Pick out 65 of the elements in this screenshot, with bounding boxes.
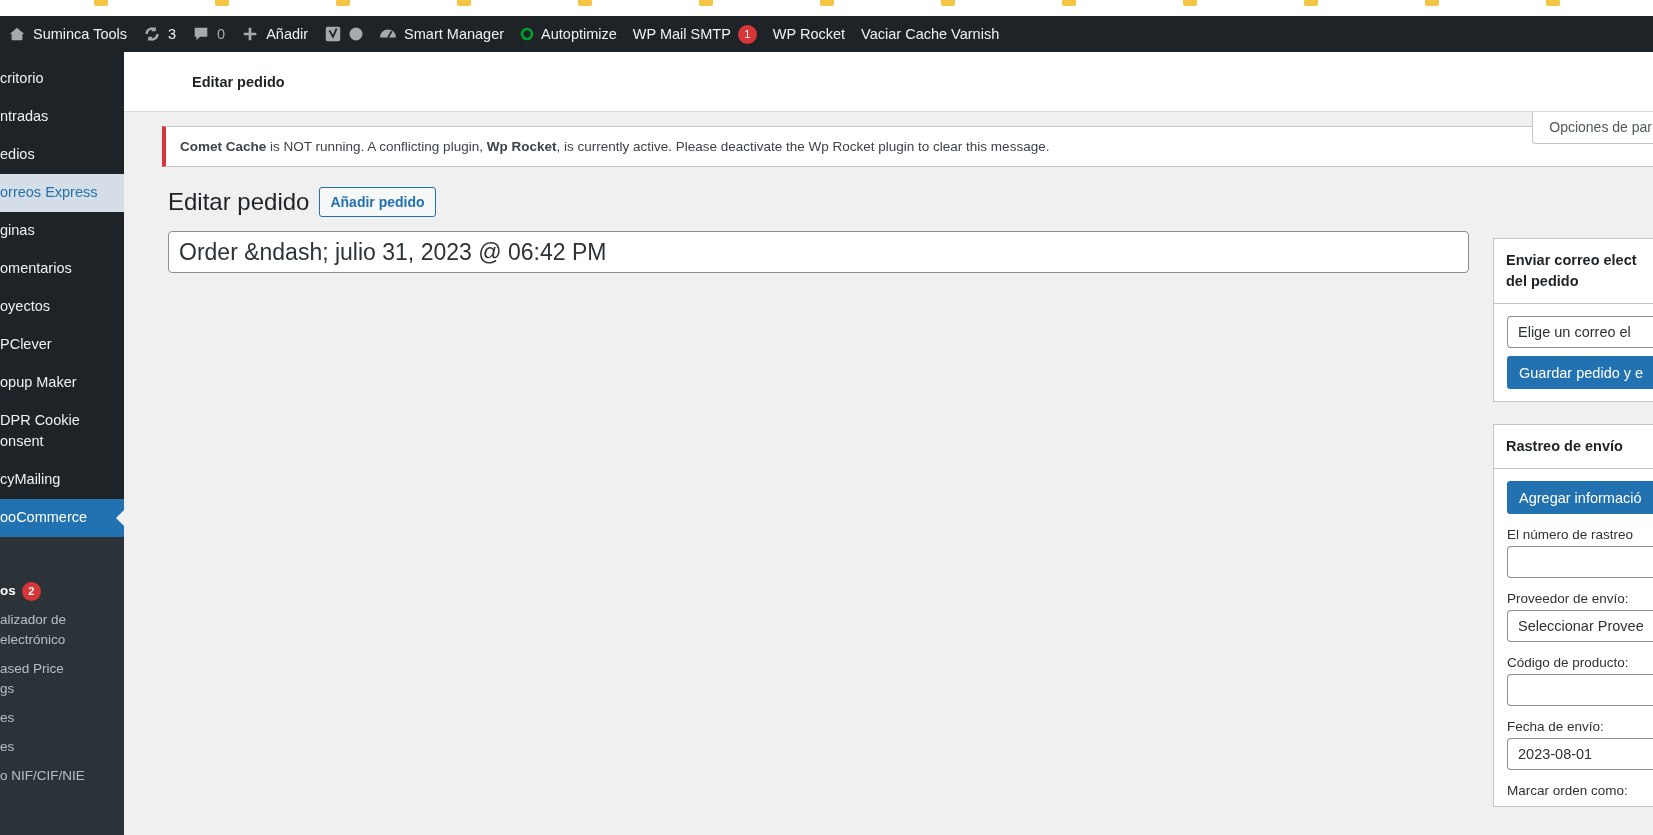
input-field[interactable] bbox=[1507, 546, 1653, 578]
screen-options-tab[interactable]: Opciones de par bbox=[1532, 112, 1653, 144]
toolbar-link[interactable]: Autoptimize bbox=[512, 16, 625, 52]
menu-item[interactable]: omentarios bbox=[0, 250, 124, 288]
menu-item[interactable]: critorio bbox=[0, 60, 124, 98]
toolbar-link[interactable]: WP Rocket bbox=[764, 16, 854, 52]
submenu-item[interactable]: os 2 bbox=[0, 581, 124, 601]
email-select[interactable]: Elige un correo el bbox=[1507, 316, 1653, 348]
new-link[interactable]: Añadir bbox=[233, 16, 317, 52]
menu-item[interactable]: opup Maker bbox=[0, 364, 124, 402]
menu-item[interactable]: PClever bbox=[0, 326, 124, 364]
menu-item[interactable]: ginas bbox=[0, 212, 124, 250]
folder-icon[interactable] bbox=[456, 0, 471, 6]
add-tracking-button[interactable]: Agregar informació bbox=[1507, 481, 1653, 514]
menu-item[interactable]: cyMailing bbox=[0, 461, 124, 499]
input-field[interactable] bbox=[1507, 674, 1653, 706]
field-label: Proveedor de envío: bbox=[1507, 591, 1630, 606]
updates-link[interactable]: 3 bbox=[135, 16, 185, 52]
folder-icon[interactable] bbox=[819, 0, 834, 6]
title-input-field[interactable]: Order &ndash; julio 31, 2023 @ 06:42 PM bbox=[168, 231, 1469, 273]
folder-icon[interactable] bbox=[335, 0, 350, 6]
submenu-item[interactable]: ased Price gs bbox=[0, 659, 124, 699]
add-order-button[interactable]: Añadir pedido bbox=[319, 187, 436, 217]
submenu-item[interactable]: es bbox=[0, 708, 124, 728]
panel-title: Enviar correo elect del pedido bbox=[1494, 239, 1653, 304]
input-field[interactable]: 2023-08-01 bbox=[1507, 738, 1653, 770]
field-label: Marcar orden como: bbox=[1507, 783, 1629, 798]
y-logo-icon bbox=[324, 25, 343, 43]
folder-icon[interactable] bbox=[1303, 0, 1318, 6]
menu-item[interactable]: orreos Express bbox=[0, 174, 124, 212]
status-dot-icon bbox=[349, 27, 364, 41]
submenu-item[interactable]: es bbox=[0, 737, 124, 757]
select-field[interactable]: Seleccionar Provee bbox=[1507, 610, 1653, 642]
menu-item[interactable]: ooCommerce bbox=[0, 499, 124, 537]
folder-icon[interactable] bbox=[577, 0, 592, 6]
save-send-button[interactable]: Guardar pedido y e bbox=[1507, 356, 1653, 389]
folder-icon[interactable] bbox=[1182, 0, 1197, 6]
count-badge: 2 bbox=[21, 581, 41, 601]
submenu-item[interactable]: alizador de electrónico bbox=[0, 610, 124, 650]
menu-item[interactable]: oyectos bbox=[0, 288, 124, 326]
field-label: Fecha de envío: bbox=[1507, 719, 1605, 734]
toolbar-link[interactable]: WP Mail SMTP 1 bbox=[624, 16, 765, 52]
folder-icon[interactable] bbox=[1061, 0, 1076, 6]
home-icon bbox=[8, 25, 26, 43]
folder-icon[interactable] bbox=[940, 0, 955, 6]
folder-icon[interactable] bbox=[1545, 0, 1560, 6]
menu-item[interactable]: DPR Cookie onsent bbox=[0, 402, 124, 461]
header-title: Editar pedido bbox=[192, 73, 285, 90]
count-badge: 1 bbox=[737, 24, 757, 44]
site-link[interactable]: Suminca Tools bbox=[0, 16, 136, 52]
toolbar-link[interactable]: Smart Manager bbox=[371, 16, 513, 52]
folder-icon[interactable] bbox=[93, 0, 108, 6]
page-title: Editar pedido bbox=[168, 188, 310, 216]
submenu-item[interactable]: o NIF/CIF/NIE bbox=[0, 766, 124, 786]
ring-icon bbox=[520, 27, 535, 41]
folder-icon[interactable] bbox=[698, 0, 713, 6]
menu-item[interactable]: edios bbox=[0, 136, 124, 174]
field-label: El número de rastreo bbox=[1507, 527, 1635, 542]
folder-icon[interactable] bbox=[214, 0, 229, 6]
toolbar-link[interactable]: Vaciar Cache Varnish bbox=[853, 16, 1008, 52]
field-label: Código de producto: bbox=[1507, 655, 1630, 670]
comments-link[interactable]: 0 bbox=[184, 16, 234, 52]
menu-item[interactable]: ntradas bbox=[0, 98, 124, 136]
folder-icon[interactable] bbox=[1424, 0, 1439, 6]
panel-title: Rastreo de envío bbox=[1494, 425, 1653, 469]
